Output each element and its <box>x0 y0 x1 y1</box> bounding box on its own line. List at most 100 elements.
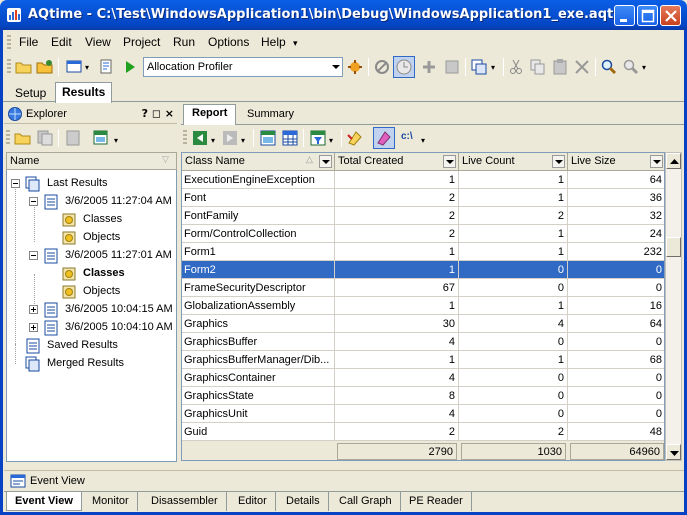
cell-live-count[interactable]: 1 <box>459 351 568 369</box>
filter-dropdown-chevron-icon[interactable]: ▾ <box>329 136 333 145</box>
cell-class-name[interactable]: Graphics <box>182 315 335 333</box>
menu-file[interactable]: File <box>19 35 38 49</box>
table-row[interactable]: GraphicsContainer 4 0 0 <box>182 369 664 387</box>
cell-live-count[interactable]: 0 <box>459 405 568 423</box>
find-next-icon[interactable] <box>622 58 640 76</box>
tab-report[interactable]: Report <box>183 104 237 126</box>
table-row[interactable]: Font 2 1 36 <box>182 189 664 207</box>
cell-total-created[interactable]: 8 <box>335 387 459 405</box>
window-icon[interactable] <box>65 58 83 76</box>
cell-class-name[interactable]: GraphicsBuffer <box>182 333 335 351</box>
table-row[interactable]: GraphicsUnit 4 0 0 <box>182 405 664 423</box>
cell-class-name[interactable]: Font <box>182 189 335 207</box>
profiler-options-icon[interactable] <box>346 58 364 76</box>
explorer-view-icon[interactable] <box>92 129 110 147</box>
column-filter-dropdown-icon[interactable] <box>443 155 456 168</box>
maximize-button[interactable] <box>637 5 658 26</box>
tab-monitor[interactable]: Monitor <box>84 492 138 511</box>
tab-pe-reader[interactable]: PE Reader <box>401 492 472 511</box>
cell-live-count[interactable]: 1 <box>459 225 568 243</box>
view-dropdown-chevron-icon[interactable]: ▾ <box>491 63 495 72</box>
filter-icon[interactable] <box>309 129 327 147</box>
cell-live-size[interactable]: 64 <box>568 315 664 333</box>
menu-view[interactable]: View <box>85 35 111 49</box>
cell-total-created[interactable]: 1 <box>335 243 459 261</box>
tab-event-view[interactable]: Event View <box>6 492 82 511</box>
find-icon[interactable] <box>600 58 618 76</box>
load-results-icon[interactable] <box>14 129 32 147</box>
menu-overflow-chevron-icon[interactable]: ▾ <box>293 38 298 49</box>
scroll-thumb[interactable] <box>666 237 681 257</box>
cell-class-name[interactable]: Form2 <box>182 261 335 279</box>
cell-live-count[interactable]: 0 <box>459 279 568 297</box>
cell-live-size[interactable]: 16 <box>568 297 664 315</box>
tab-setup[interactable]: Setup <box>9 84 52 102</box>
cell-total-created[interactable]: 1 <box>335 351 459 369</box>
tab-results[interactable]: Results <box>55 82 113 103</box>
window-dropdown-chevron-icon[interactable]: ▾ <box>85 63 89 72</box>
aqtime-app-icon[interactable] <box>6 7 22 23</box>
profiler-select[interactable]: Allocation Profiler <box>143 57 343 77</box>
cell-live-count[interactable]: 1 <box>459 297 568 315</box>
table-icon[interactable] <box>281 129 299 147</box>
open-folder-icon[interactable] <box>15 58 33 76</box>
view-layout-icon[interactable] <box>470 58 488 76</box>
source-path-icon[interactable]: c:\ <box>401 131 413 142</box>
project-settings-icon[interactable] <box>98 58 116 76</box>
table-row[interactable]: Form2 1 0 0 <box>182 261 664 279</box>
tab-editor[interactable]: Editor <box>230 492 276 511</box>
cell-live-count[interactable]: 1 <box>459 189 568 207</box>
cell-live-count[interactable]: 2 <box>459 423 568 441</box>
cell-live-size[interactable]: 0 <box>568 279 664 297</box>
run-icon[interactable] <box>121 58 139 76</box>
column-filter-dropdown-icon[interactable] <box>650 155 663 168</box>
cell-live-size[interactable]: 36 <box>568 189 664 207</box>
cell-live-size[interactable]: 68 <box>568 351 664 369</box>
table-row[interactable]: GraphicsState 8 0 0 <box>182 387 664 405</box>
column-header-total-created[interactable]: Total Created <box>335 153 459 171</box>
cell-total-created[interactable]: 2 <box>335 225 459 243</box>
cell-live-size[interactable]: 64 <box>568 171 664 189</box>
menu-grip[interactable] <box>7 35 11 49</box>
cell-total-created[interactable]: 4 <box>335 369 459 387</box>
menu-edit[interactable]: Edit <box>51 35 72 49</box>
menu-options[interactable]: Options <box>208 35 249 49</box>
cut-icon[interactable] <box>507 58 525 76</box>
cell-total-created[interactable]: 1 <box>335 297 459 315</box>
cell-total-created[interactable]: 2 <box>335 189 459 207</box>
toolbar-overflow-chevron-icon[interactable]: ▾ <box>642 63 646 72</box>
cell-live-size[interactable]: 0 <box>568 261 664 279</box>
cell-total-created[interactable]: 4 <box>335 405 459 423</box>
menu-run[interactable]: Run <box>173 35 195 49</box>
open-project-icon[interactable] <box>36 58 54 76</box>
cell-live-size[interactable]: 0 <box>568 387 664 405</box>
tab-details[interactable]: Details <box>278 492 329 511</box>
table-row[interactable]: ExecutionEngineException 1 1 64 <box>182 171 664 189</box>
highlight-icon[interactable] <box>346 129 364 147</box>
cell-total-created[interactable]: 30 <box>335 315 459 333</box>
explorer-view-chevron-icon[interactable]: ▾ <box>114 136 118 145</box>
merge-results-icon[interactable] <box>64 129 82 147</box>
toolbar-grip[interactable] <box>7 59 11 75</box>
cell-live-count[interactable]: 0 <box>459 369 568 387</box>
copy-icon[interactable] <box>529 58 547 76</box>
cell-live-size[interactable]: 232 <box>568 243 664 261</box>
forward-icon[interactable] <box>221 129 239 147</box>
collapse-icon[interactable] <box>11 179 20 188</box>
table-row[interactable]: GraphicsBuffer 4 0 0 <box>182 333 664 351</box>
cell-total-created[interactable]: 1 <box>335 261 459 279</box>
expand-icon[interactable] <box>29 323 38 332</box>
menu-help[interactable]: Help <box>261 35 286 49</box>
back-dropdown-chevron-icon[interactable]: ▾ <box>211 136 215 145</box>
cell-class-name[interactable]: Guid <box>182 423 335 441</box>
cell-total-created[interactable]: 2 <box>335 423 459 441</box>
column-filter-dropdown-icon[interactable] <box>319 155 332 168</box>
forward-dropdown-chevron-icon[interactable]: ▾ <box>241 136 245 145</box>
cell-class-name[interactable]: GraphicsContainer <box>182 369 335 387</box>
cell-class-name[interactable]: GraphicsState <box>182 387 335 405</box>
cell-live-size[interactable]: 0 <box>568 369 664 387</box>
column-header-class-name[interactable]: Class Name △ <box>182 153 335 171</box>
scroll-up-button[interactable] <box>666 153 681 169</box>
cell-total-created[interactable]: 67 <box>335 279 459 297</box>
report-toolbar-grip[interactable] <box>183 130 187 146</box>
